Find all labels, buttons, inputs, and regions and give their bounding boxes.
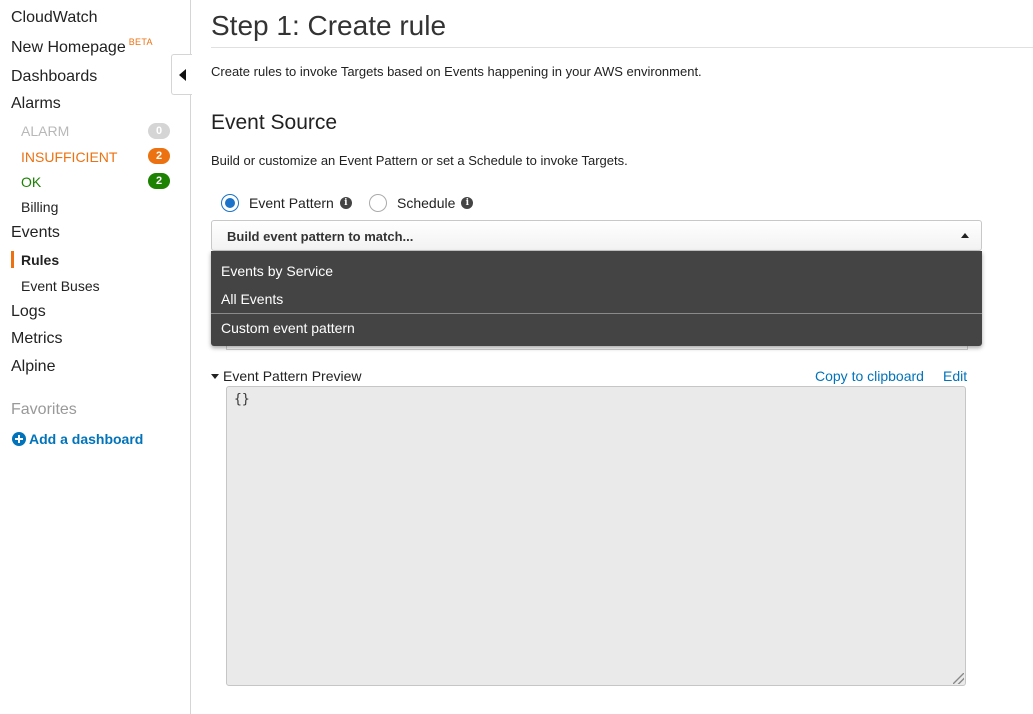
sidebar-item-billing[interactable]: Billing bbox=[21, 199, 58, 215]
radio-button-schedule[interactable] bbox=[369, 194, 387, 212]
select-current-value: Build event pattern to match... bbox=[227, 229, 414, 244]
event-pattern-dropdown-menu: Events by Service All Events Custom even… bbox=[211, 251, 982, 346]
radio-label-event-pattern: Event Pattern bbox=[249, 195, 334, 211]
sidebar-item-cloudwatch[interactable]: CloudWatch bbox=[11, 9, 98, 27]
dropdown-divider bbox=[211, 313, 982, 314]
dropdown-option-custom-event-pattern[interactable]: Custom event pattern bbox=[221, 320, 355, 336]
sidebar-item-alarms[interactable]: Alarms bbox=[11, 95, 61, 113]
sidebar-item-insufficient-state[interactable]: INSUFFICIENT bbox=[21, 149, 117, 165]
sidebar-item-alarm-state[interactable]: ALARM bbox=[21, 123, 69, 139]
active-item-indicator bbox=[11, 251, 14, 268]
insufficient-count-badge: 2 bbox=[148, 148, 170, 164]
event-pattern-select[interactable]: Build event pattern to match... bbox=[211, 220, 982, 251]
collapse-sidebar-button[interactable] bbox=[171, 54, 192, 95]
sidebar: CloudWatch New Homepage BETA Dashboards A… bbox=[0, 0, 191, 714]
sidebar-item-alpine[interactable]: Alpine bbox=[11, 358, 55, 376]
add-dashboard-label: Add a dashboard bbox=[29, 431, 144, 447]
sidebar-item-dashboards[interactable]: Dashboards bbox=[11, 68, 97, 86]
event-pattern-preview-textarea[interactable]: {} bbox=[226, 386, 966, 686]
event-pattern-preview-toggle[interactable]: Event Pattern Preview bbox=[211, 368, 362, 384]
plus-circle-icon bbox=[12, 432, 26, 446]
sidebar-item-metrics[interactable]: Metrics bbox=[11, 330, 63, 348]
favorites-heading: Favorites bbox=[11, 401, 77, 418]
caret-left-icon bbox=[179, 69, 186, 81]
edit-link[interactable]: Edit bbox=[943, 368, 967, 384]
copy-to-clipboard-link[interactable]: Copy to clipboard bbox=[815, 368, 924, 384]
section-description: Build or customize an Event Pattern or s… bbox=[211, 153, 628, 168]
info-icon[interactable]: i bbox=[339, 197, 352, 209]
sidebar-item-event-buses[interactable]: Event Buses bbox=[21, 278, 100, 294]
sidebar-item-new-homepage[interactable]: New Homepage BETA bbox=[11, 37, 153, 57]
ok-count-badge: 2 bbox=[148, 173, 170, 189]
sidebar-item-rules[interactable]: Rules bbox=[21, 252, 59, 268]
info-icon[interactable]: i bbox=[461, 197, 474, 209]
app-root: CloudWatch New Homepage BETA Dashboards A… bbox=[0, 0, 1033, 714]
resize-handle-icon[interactable] bbox=[953, 673, 964, 684]
radio-button-event-pattern[interactable] bbox=[221, 194, 239, 212]
dropdown-option-events-by-service[interactable]: Events by Service bbox=[221, 263, 333, 279]
sidebar-item-ok-state[interactable]: OK bbox=[21, 174, 41, 190]
page-title: Step 1: Create rule bbox=[211, 10, 447, 41]
caret-up-icon bbox=[961, 233, 969, 238]
page-intro: Create rules to invoke Targets based on … bbox=[211, 64, 702, 79]
radio-label-schedule: Schedule bbox=[397, 195, 456, 211]
alarm-count-badge: 0 bbox=[148, 123, 170, 139]
new-homepage-label: New Homepage bbox=[11, 39, 126, 56]
title-divider bbox=[211, 47, 1033, 48]
radio-event-pattern[interactable]: Event Pattern i bbox=[221, 194, 352, 212]
caret-down-icon bbox=[211, 373, 219, 379]
preview-label: Event Pattern Preview bbox=[223, 368, 362, 384]
sidebar-item-events[interactable]: Events bbox=[11, 224, 60, 242]
sidebar-item-logs[interactable]: Logs bbox=[11, 303, 46, 321]
section-title-event-source: Event Source bbox=[211, 111, 338, 134]
add-dashboard-link[interactable]: Add a dashboard bbox=[12, 431, 143, 447]
radio-schedule[interactable]: Schedule i bbox=[369, 194, 474, 212]
dropdown-option-all-events[interactable]: All Events bbox=[221, 291, 283, 307]
beta-badge: BETA bbox=[128, 37, 153, 47]
